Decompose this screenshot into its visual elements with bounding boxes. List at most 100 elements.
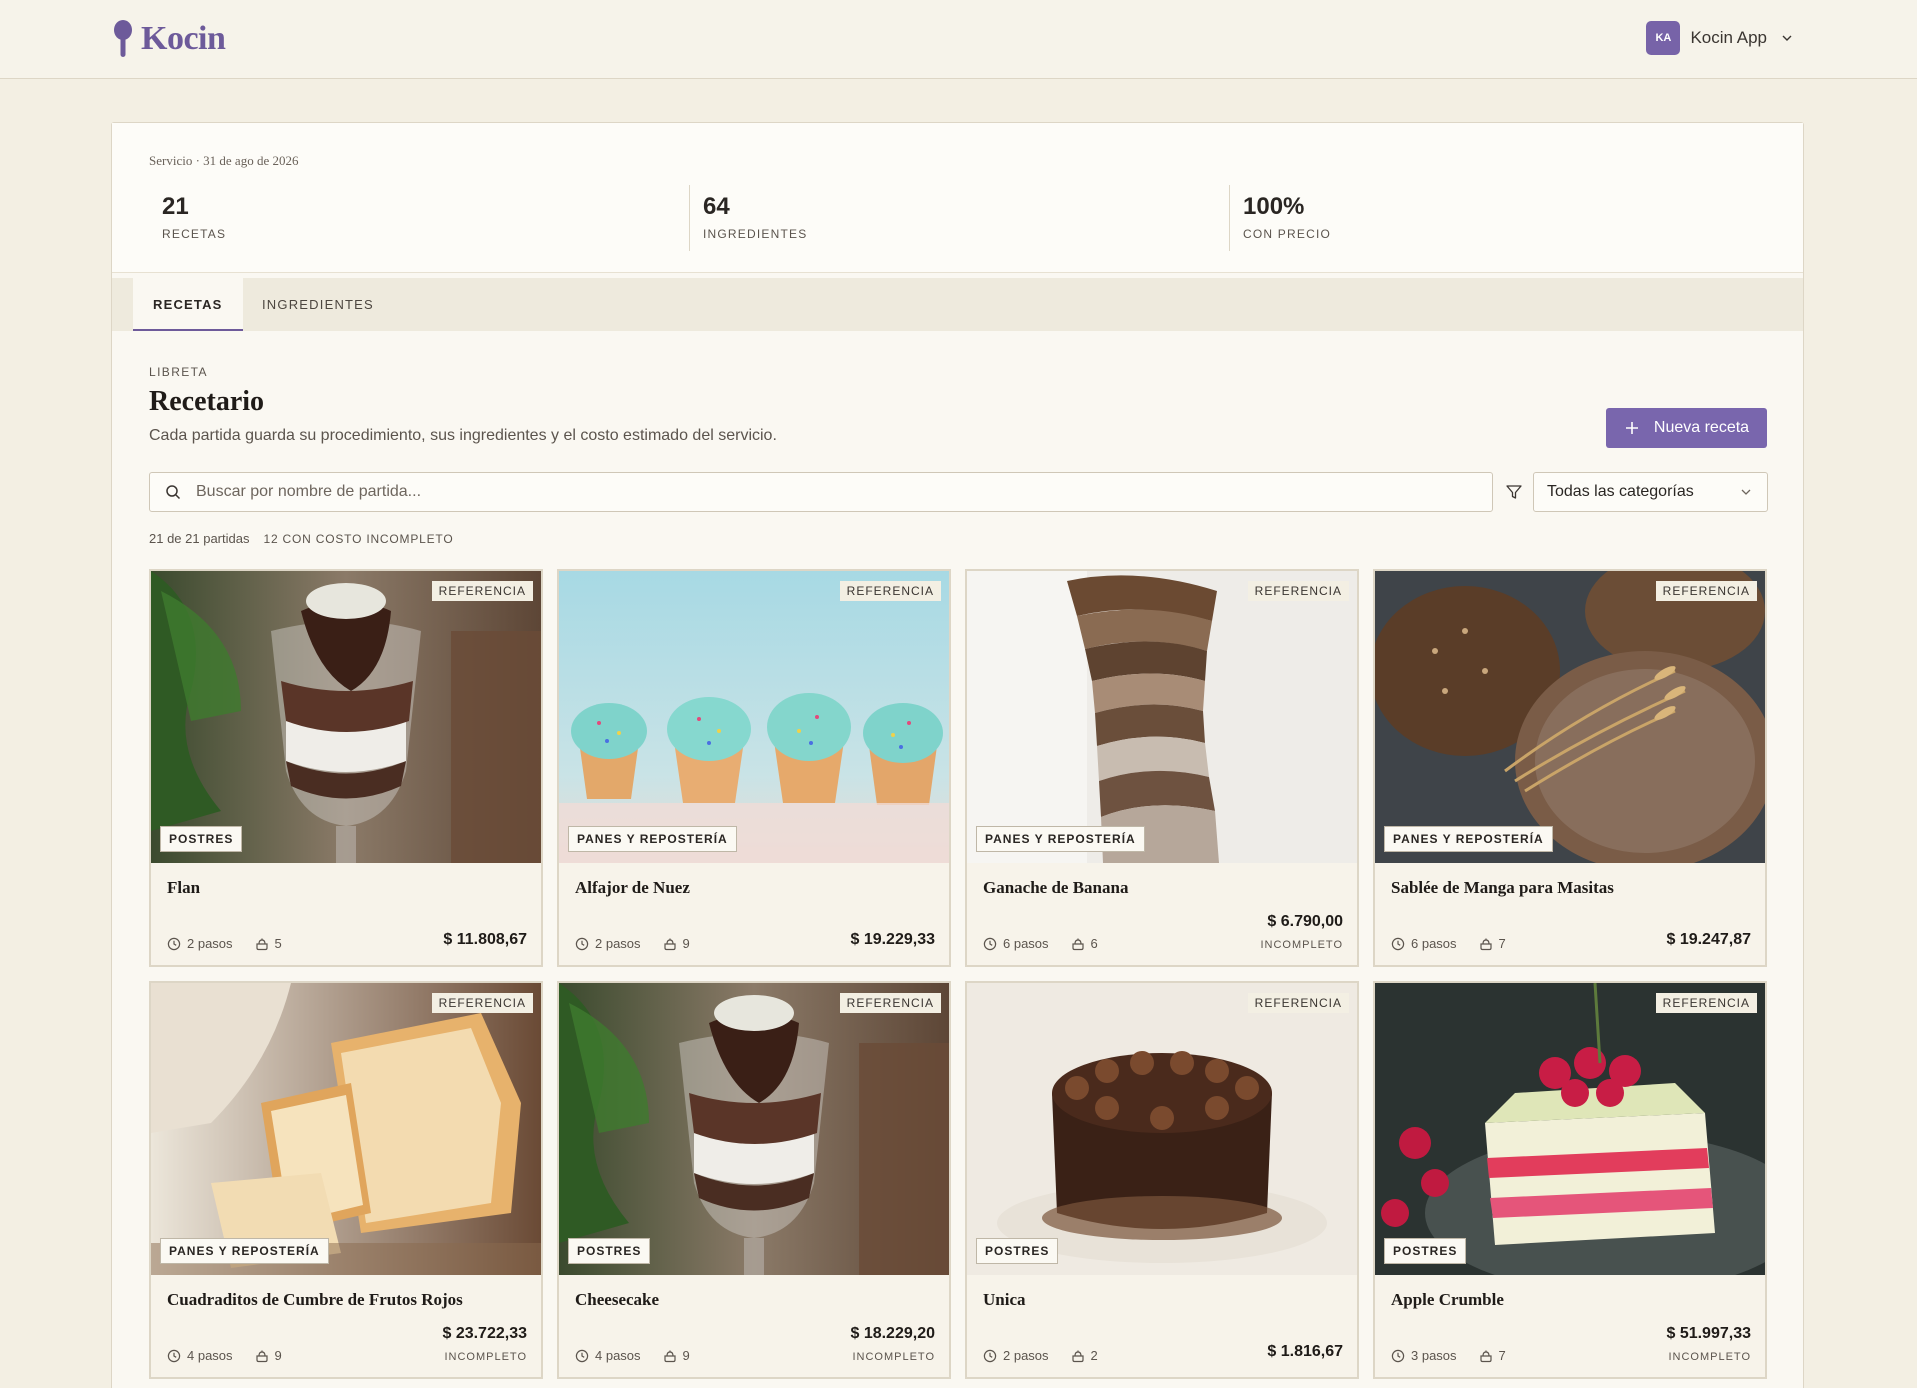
recipe-card[interactable]: REFERENCIA POSTRES Unica 2 pasos 2 $ 1.8… [965, 981, 1359, 1379]
ingredients-pot-icon [1071, 938, 1084, 950]
stat-label: INGREDIENTES [703, 227, 808, 241]
clock-icon [575, 1349, 589, 1362]
recipe-photo [967, 571, 1357, 863]
recipe-card[interactable]: REFERENCIA POSTRES Flan 2 pasos 5 $ 11.8… [149, 569, 543, 967]
new-recipe-button[interactable]: Nueva receta [1606, 408, 1767, 448]
incomplete-count: 12 CON COSTO INCOMPLETO [263, 532, 454, 546]
cost-status: INCOMPLETO [1668, 1351, 1751, 1363]
recipe-price: $ 1.816,67 [1267, 1343, 1343, 1360]
recipe-title: Cheesecake [575, 1290, 660, 1309]
clock-icon [983, 937, 997, 950]
recipe-card[interactable]: REFERENCIA PANES Y REPOSTERÍA Cuadradito… [149, 981, 543, 1379]
recipe-price: $ 51.997,33 [1666, 1325, 1751, 1342]
recipe-meta: 2 pasos 2 [983, 1348, 1098, 1363]
category-select-value: Todas las categorías [1547, 483, 1694, 500]
recipe-ingredient-count: 9 [682, 1348, 690, 1363]
search-icon [166, 485, 181, 500]
stat-priced: 100% CON PRECIO [1229, 185, 1769, 251]
cost-status: INCOMPLETO [852, 1351, 935, 1363]
stat-label: RECETAS [162, 227, 227, 241]
recipe-photo [559, 983, 949, 1275]
stat-label: CON PRECIO [1243, 227, 1332, 241]
recipe-meta: 6 pasos 7 [1391, 936, 1506, 951]
service-date: Servicio · 31 de ago de 2026 [149, 153, 299, 168]
recipe-price: $ 23.722,33 [442, 1325, 527, 1342]
category-badge: PANES Y REPOSTERÍA [568, 826, 737, 852]
recipe-title: Cuadraditos de Cumbre de Frutos Rojos [167, 1290, 463, 1309]
recipe-steps: 6 pasos [1003, 936, 1049, 951]
recipe-price: $ 19.229,33 [850, 931, 935, 948]
ingredients-pot-icon [255, 1350, 268, 1362]
recipe-title: Ganache de Banana [983, 878, 1129, 897]
tab-ingredientes[interactable]: INGREDIENTES [242, 278, 394, 331]
recipe-card[interactable]: REFERENCIA PANES Y REPOSTERÍA Alfajor de… [557, 569, 951, 967]
ingredients-pot-icon [255, 938, 268, 950]
brand[interactable]: Kocin [111, 20, 226, 58]
search-input[interactable] [196, 483, 1476, 501]
recipe-ingredient-count: 6 [1090, 936, 1098, 951]
recipe-price: $ 18.229,20 [850, 1325, 935, 1342]
recipe-grid: REFERENCIA POSTRES Flan 2 pasos 5 $ 11.8… [149, 569, 1769, 1379]
clock-icon [167, 1349, 181, 1362]
recipe-ingredient-count: 9 [274, 1348, 282, 1363]
recipe-card[interactable]: REFERENCIA POSTRES Cheesecake 4 pasos 9 … [557, 981, 951, 1379]
results-count-text: 21 de 21 partidas [149, 531, 250, 546]
recipe-meta: 4 pasos 9 [575, 1348, 690, 1363]
reference-badge: REFERENCIA [1655, 993, 1757, 1013]
recipe-title: Unica [983, 1290, 1026, 1309]
recipe-title: Sablée de Manga para Masitas [1391, 878, 1614, 897]
ingredients-pot-icon [1479, 938, 1492, 950]
user-menu[interactable]: KA Kocin App [1646, 21, 1793, 55]
brand-name: Kocin [141, 20, 226, 57]
user-name: Kocin App [1690, 28, 1767, 47]
reference-badge: REFERENCIA [839, 581, 941, 601]
recipe-meta: 2 pasos 9 [575, 936, 690, 951]
recipe-ingredient-count: 7 [1498, 1348, 1506, 1363]
stat-ingredients: 64 INGREDIENTES [689, 185, 1229, 251]
clock-icon [983, 1349, 997, 1362]
recipe-steps: 2 pasos [595, 936, 641, 951]
recipe-photo [1375, 571, 1765, 863]
category-badge: POSTRES [1384, 1238, 1467, 1264]
cost-status: INCOMPLETO [1260, 939, 1343, 951]
recipe-meta: 2 pasos 5 [167, 936, 282, 951]
new-recipe-label: Nueva receta [1653, 419, 1750, 436]
tab-bar: RECETAS INGREDIENTES [112, 278, 1803, 331]
ingredients-pot-icon [1071, 1350, 1084, 1362]
category-badge: PANES Y REPOSTERÍA [976, 826, 1145, 852]
avatar: KA [1646, 21, 1681, 55]
recipe-steps: 4 pasos [595, 1348, 641, 1363]
recipe-steps: 2 pasos [1003, 1348, 1049, 1363]
chevron-down-icon [1782, 35, 1792, 41]
page-title: Recetario [149, 386, 265, 417]
top-bar: Kocin KA Kocin App [0, 0, 1917, 79]
recipe-card[interactable]: REFERENCIA POSTRES Apple Crumble 3 pasos… [1373, 981, 1767, 1379]
filter-icon[interactable] [1505, 483, 1523, 501]
recipe-meta: 3 pasos 7 [1391, 1348, 1506, 1363]
reference-badge: REFERENCIA [839, 993, 941, 1013]
tab-recetas[interactable]: RECETAS [133, 278, 243, 331]
plus-icon [1625, 422, 1638, 434]
stat-value: 21 [162, 193, 189, 220]
recipe-ingredient-count: 2 [1090, 1348, 1098, 1363]
category-badge: POSTRES [160, 826, 243, 852]
category-badge: POSTRES [976, 1238, 1059, 1264]
recipe-steps: 6 pasos [1411, 936, 1457, 951]
recipe-card[interactable]: REFERENCIA PANES Y REPOSTERÍA Ganache de… [965, 569, 1359, 967]
page-description: Cada partida guarda su procedimiento, su… [149, 427, 777, 444]
section-eyebrow: LIBRETA [149, 365, 208, 379]
recipe-price: $ 6.790,00 [1267, 913, 1343, 930]
reference-badge: REFERENCIA [1247, 993, 1349, 1013]
recipe-card[interactable]: REFERENCIA PANES Y REPOSTERÍA Sablée de … [1373, 569, 1767, 967]
recipe-photo [151, 571, 541, 863]
service-summary: Servicio · 31 de ago de 2026 21 RECETAS … [112, 123, 1803, 273]
search-box [149, 472, 1493, 512]
reference-badge: REFERENCIA [1247, 581, 1349, 601]
clock-icon [1391, 1349, 1405, 1362]
ingredients-pot-icon [663, 938, 676, 950]
recipe-photo [967, 983, 1357, 1275]
stats-row: 21 RECETAS 64 INGREDIENTES 100% CON PREC… [149, 185, 1769, 251]
recipe-steps: 2 pasos [187, 936, 233, 951]
category-select[interactable]: Todas las categorías [1533, 472, 1768, 512]
category-badge: POSTRES [568, 1238, 651, 1264]
